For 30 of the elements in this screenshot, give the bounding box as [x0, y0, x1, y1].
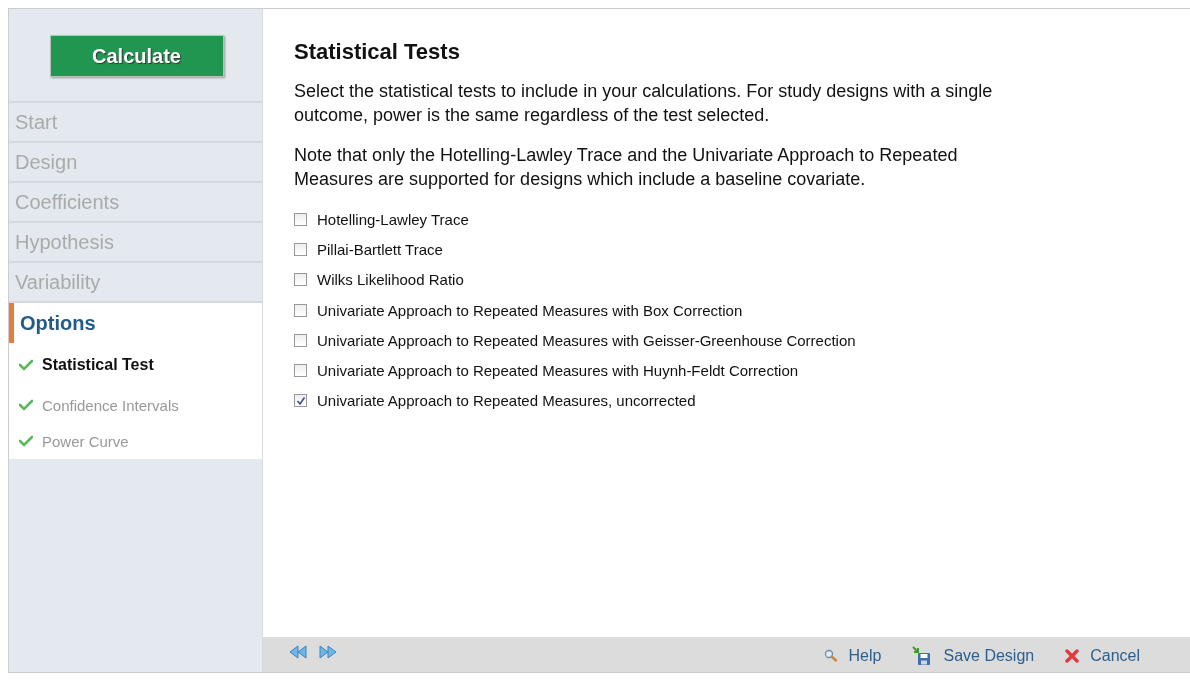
- help-link[interactable]: Help: [823, 645, 882, 666]
- checkbox[interactable]: [294, 333, 307, 347]
- checkbox-label[interactable]: Univariate Approach to Repeated Measures with Box Correction: [317, 301, 743, 319]
- checkbox[interactable]: [294, 242, 307, 256]
- checkbox-label[interactable]: Hotelling-Lawley Trace: [317, 210, 469, 228]
- calculate-button[interactable]: Calculate: [49, 35, 224, 77]
- checkbox-label[interactable]: Univariate Approach to Repeated Measures, uncorrected: [317, 392, 696, 410]
- checkbox[interactable]: [294, 303, 307, 317]
- checkbox[interactable]: [294, 394, 307, 408]
- cancel-link[interactable]: Cancel: [1065, 645, 1140, 666]
- description-text: Select the statistical tests to include in your calculations. For study designs with a single outcome, power is the same regardless of the test selected.: [294, 80, 994, 127]
- sidebar-item[interactable]: Options: [9, 303, 262, 343]
- page-title: Statistical Tests: [294, 39, 461, 65]
- checkbox-label[interactable]: Univariate Approach to Repeated Measures with Geisser-Greenhouse Correction: [317, 331, 856, 349]
- submenu-item[interactable]: Statistical Test: [42, 356, 154, 374]
- checkbox-label[interactable]: Univariate Approach to Repeated Measures with Huynh-Feldt Correction: [317, 362, 799, 380]
- fast-forward-icon[interactable]: [319, 644, 337, 659]
- checkbox-label[interactable]: Wilks Likelihood Ratio: [317, 271, 464, 289]
- save-link[interactable]: Save Design: [912, 645, 1035, 666]
- submenu-item[interactable]: Confidence Intervals: [42, 396, 179, 414]
- submenu-item[interactable]: Power Curve: [42, 432, 129, 450]
- checkbox[interactable]: [294, 364, 307, 378]
- description-text: Note that only the Hotelling-Lawley Trace and the Univariate Approach to Repeated Measures are supported for designs which include a baseline covariate.: [294, 144, 959, 191]
- magnifier-icon: [823, 648, 838, 663]
- checkbox[interactable]: [294, 212, 307, 226]
- checkbox-label[interactable]: Pillai-Bartlett Trace: [317, 240, 443, 258]
- close-icon: [1065, 648, 1080, 663]
- checkbox[interactable]: [294, 273, 307, 287]
- rewind-icon[interactable]: [289, 644, 307, 659]
- save-icon: [912, 645, 933, 666]
